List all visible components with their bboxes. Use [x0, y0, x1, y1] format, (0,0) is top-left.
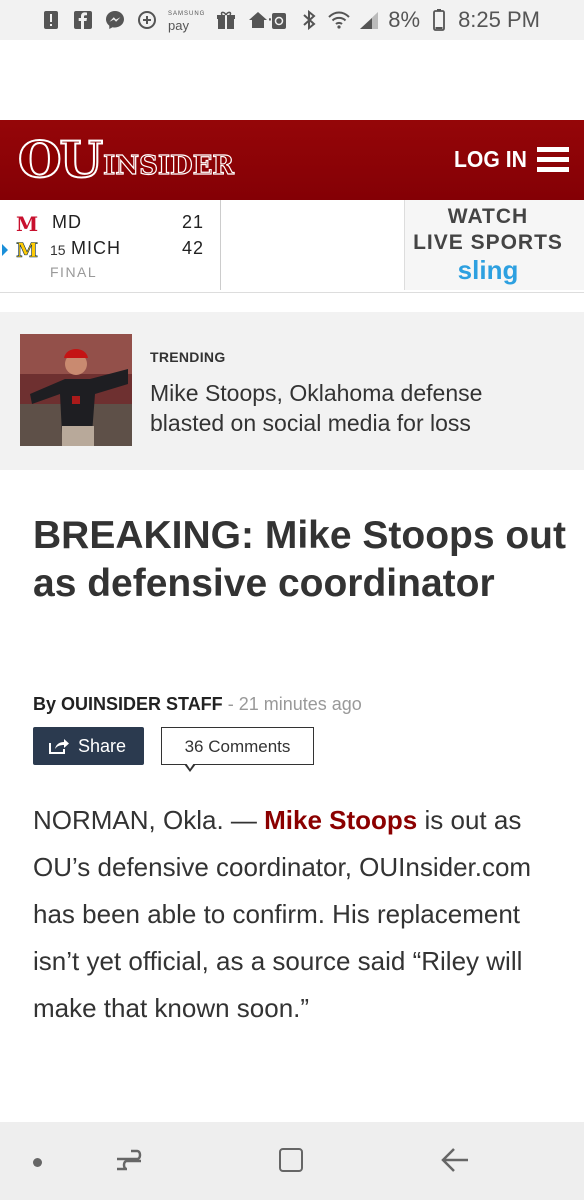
hamburger-menu-icon[interactable] — [537, 147, 569, 173]
player-link[interactable]: Mike Stoops — [264, 805, 417, 835]
share-label: Share — [78, 736, 127, 756]
dateline: NORMAN, Okla. — — [33, 805, 265, 835]
dot-icon[interactable] — [33, 1158, 42, 1167]
author[interactable]: By OUINSIDER STAFF — [33, 694, 223, 714]
game-status: FINAL — [50, 264, 98, 280]
share-icon — [48, 737, 70, 760]
maryland-logo-icon: M — [16, 212, 39, 236]
trending-thumbnail[interactable] — [20, 334, 132, 446]
trending-headline-link[interactable]: Mike Stoops, Oklahoma defense blasted on… — [150, 378, 550, 438]
logo-insider: INSIDER — [103, 150, 235, 181]
alert-icon — [40, 9, 62, 31]
comments-button[interactable]: 36 Comments — [161, 727, 314, 772]
link-icon — [136, 9, 158, 31]
body-text: is out as OU’s defensive coordinator, OU… — [33, 805, 532, 1023]
clock: 8:25 PM — [458, 7, 540, 32]
recent-apps-icon[interactable] — [113, 1145, 145, 1180]
logo-ou: OU — [17, 130, 104, 189]
ad-space — [0, 40, 584, 120]
ad-line-1: WATCH — [447, 205, 529, 228]
team-row-md: M MD 21 — [0, 212, 220, 238]
samsung-pay-icon: SAMSUNG pay — [168, 11, 206, 33]
login-button[interactable]: LOG IN — [454, 146, 527, 173]
gift-icon — [215, 9, 237, 31]
trending-card[interactable]: TRENDING Mike Stoops, Oklahoma defense b… — [0, 312, 584, 470]
site-logo[interactable]: OU INSIDER — [17, 130, 235, 189]
team-name: MICH — [71, 238, 121, 258]
status-bar: SAMSUNG pay ··· 8% 8:25 PM — [0, 0, 584, 40]
share-button[interactable]: Share — [33, 727, 144, 765]
article-body: NORMAN, Okla. — Mike Stoops is out as OU… — [33, 797, 563, 1032]
battery-icon — [428, 9, 450, 31]
bluetooth-icon — [298, 9, 320, 31]
article-headline: BREAKING: Mike Stoops out as defensive c… — [33, 514, 566, 605]
facebook-icon — [72, 9, 94, 31]
byline: By OUINSIDER STAFF - 21 minutes ago — [33, 694, 362, 715]
sling-ad[interactable]: WATCH LIVE SPORTS sling — [404, 200, 584, 290]
team-rank: 15 — [50, 242, 66, 258]
ad-line-2: LIVE SPORTS — [413, 231, 563, 254]
back-icon[interactable] — [440, 1146, 470, 1179]
home-icon[interactable] — [279, 1148, 303, 1172]
ad-text: WATCH LIVE SPORTS — [405, 204, 571, 256]
signal-icon — [358, 9, 380, 31]
speech-bubble-tail-inner — [186, 763, 194, 769]
team-score: 21 — [181, 212, 204, 232]
comments-label: 36 Comments — [184, 737, 291, 756]
team-row-mich: M 15 MICH 42 — [0, 238, 220, 264]
timestamp: - 21 minutes ago — [227, 694, 362, 714]
battery-percent: 8% — [388, 7, 421, 32]
wifi-icon — [328, 9, 350, 31]
winner-arrow-icon — [2, 244, 8, 256]
system-icons: 8% 8:25 PM — [268, 7, 540, 32]
recycle-icon — [268, 9, 290, 31]
trending-label: TRENDING — [150, 349, 226, 365]
scoreboard: M MD 21 M 15 MICH 42 FINAL WATCH LIVE SP… — [0, 200, 584, 293]
game-score-card[interactable]: M MD 21 M 15 MICH 42 FINAL — [0, 200, 221, 290]
team-name: MD — [52, 212, 82, 232]
michigan-logo-icon: M — [16, 238, 39, 263]
notification-icons: SAMSUNG pay — [40, 8, 269, 32]
messenger-icon — [104, 9, 126, 31]
team-score: 42 — [181, 238, 204, 258]
sling-logo: sling — [457, 255, 519, 285]
